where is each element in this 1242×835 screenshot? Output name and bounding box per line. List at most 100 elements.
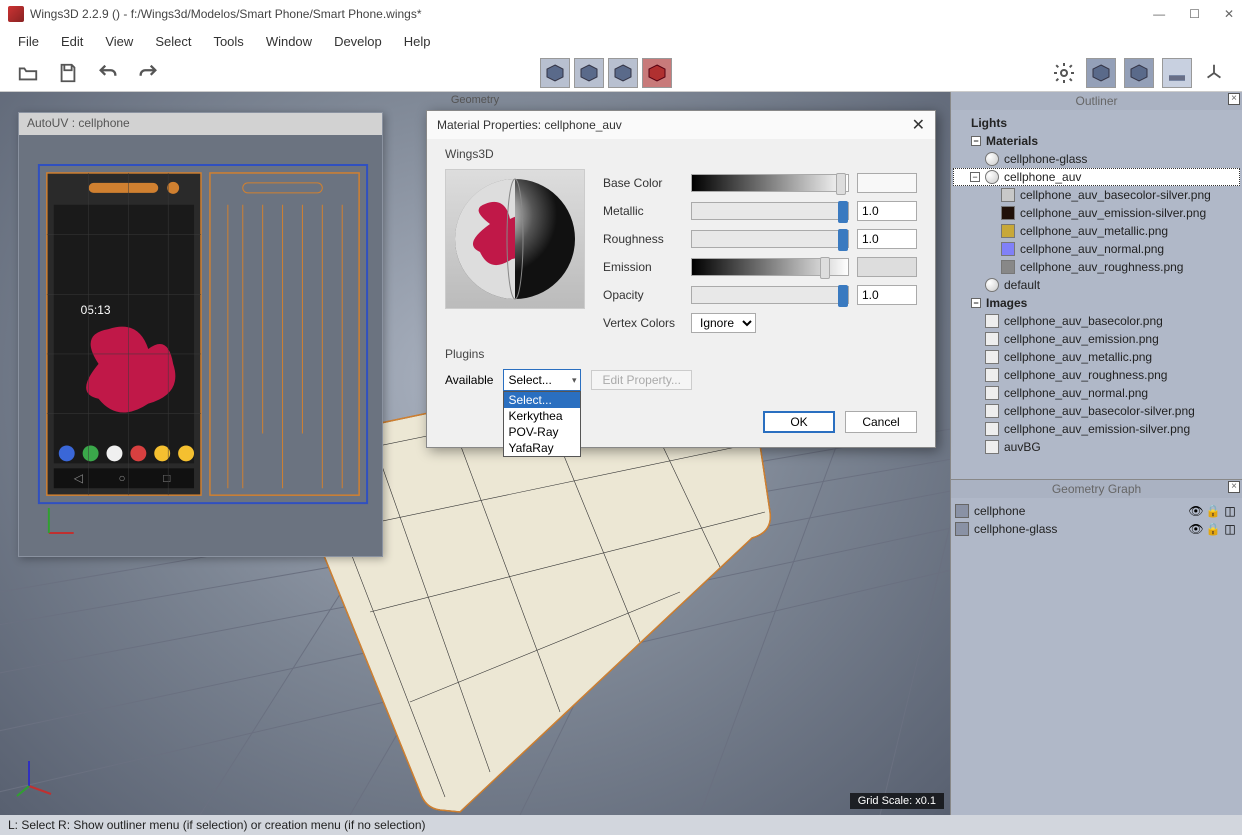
maximize-button[interactable]: ☐ xyxy=(1189,7,1200,21)
shade-smooth-button[interactable] xyxy=(1086,58,1116,88)
open-icon[interactable] xyxy=(14,59,42,87)
geograph-title: Geometry Graph xyxy=(1052,482,1141,496)
sel-body-button[interactable] xyxy=(642,58,672,88)
axes-icon[interactable] xyxy=(1200,59,1228,87)
svg-text:□: □ xyxy=(163,471,170,485)
status-text: L: Select R: Show outliner menu (if sele… xyxy=(8,818,426,832)
swatch-base-color[interactable] xyxy=(857,173,917,193)
grid-scale-badge: Grid Scale: x0.1 xyxy=(850,793,944,809)
select-vertex-colors[interactable]: Ignore xyxy=(691,313,756,333)
label-base-color: Base Color xyxy=(603,176,683,190)
app-icon xyxy=(8,6,24,22)
plugin-option[interactable]: Kerkythea xyxy=(504,408,580,424)
tree-item[interactable]: cellphone_auv_emission.png xyxy=(953,330,1240,348)
titlebar: Wings3D 2.2.9 () - f:/Wings3d/Modelos/Sm… xyxy=(0,0,1242,28)
dialog-close-icon[interactable]: ✕ xyxy=(912,115,925,135)
plugin-option[interactable]: YafaRay xyxy=(504,440,580,456)
tree-item[interactable]: cellphone_auv_metallic.png xyxy=(953,348,1240,366)
menu-tools[interactable]: Tools xyxy=(203,34,253,49)
save-icon[interactable] xyxy=(54,59,82,87)
wire-icon[interactable]: ◫ xyxy=(1222,521,1238,537)
svg-text:05:13: 05:13 xyxy=(81,303,111,317)
preferences-icon[interactable] xyxy=(1050,59,1078,87)
menubar: File Edit View Select Tools Window Devel… xyxy=(0,28,1242,54)
tree-item[interactable]: cellphone_auv_basecolor-silver.png xyxy=(953,186,1240,204)
outliner-close-icon[interactable]: × xyxy=(1228,93,1240,105)
tree-item[interactable]: cellphone_auv_basecolor-silver.png xyxy=(953,402,1240,420)
menu-select[interactable]: Select xyxy=(145,34,201,49)
tree-item[interactable]: cellphone_auv_emission-silver.png xyxy=(953,420,1240,438)
sel-face-button[interactable] xyxy=(608,58,638,88)
menu-edit[interactable]: Edit xyxy=(51,34,93,49)
plugin-dropdown-list[interactable]: Select... Kerkythea POV-Ray YafaRay xyxy=(503,391,581,457)
eye-icon[interactable]: 👁 xyxy=(1188,503,1204,519)
undo-icon[interactable] xyxy=(94,59,122,87)
tree-item[interactable]: cellphone_auv_metallic.png xyxy=(953,222,1240,240)
menu-view[interactable]: View xyxy=(95,34,143,49)
tree-images[interactable]: −Images xyxy=(953,294,1240,312)
label-opacity: Opacity xyxy=(603,288,683,302)
eye-icon[interactable]: 👁 xyxy=(1188,521,1204,537)
lock-icon[interactable]: 🔒 xyxy=(1205,521,1221,537)
ground-plane-button[interactable] xyxy=(1162,58,1192,88)
geometry-graph-panel: Geometry Graph × cellphone 👁 🔒 ◫ cellphon… xyxy=(950,480,1242,815)
tree-item[interactable]: cellphone_auv_roughness.png xyxy=(953,366,1240,384)
menu-file[interactable]: File xyxy=(8,34,49,49)
swatch-emission[interactable] xyxy=(857,257,917,277)
group-wings3d: Wings3D xyxy=(445,147,917,161)
dialog-title: Material Properties: cellphone_auv xyxy=(437,118,622,132)
cancel-button[interactable]: Cancel xyxy=(845,411,917,433)
menu-help[interactable]: Help xyxy=(394,34,441,49)
menu-window[interactable]: Window xyxy=(256,34,322,49)
label-emission: Emission xyxy=(603,260,683,274)
menu-develop[interactable]: Develop xyxy=(324,34,392,49)
plugin-option[interactable]: POV-Ray xyxy=(504,424,580,440)
tree-item[interactable]: cellphone-glass xyxy=(953,150,1240,168)
shade-flat-button[interactable] xyxy=(1124,58,1154,88)
close-button[interactable]: ✕ xyxy=(1224,7,1234,21)
group-plugins: Plugins xyxy=(445,347,917,361)
tree-item[interactable]: cellphone_auv_roughness.png xyxy=(953,258,1240,276)
lock-icon[interactable]: 🔒 xyxy=(1205,503,1221,519)
tree-item[interactable]: default xyxy=(953,276,1240,294)
view-axes-icon xyxy=(14,751,64,801)
sel-vertex-button[interactable] xyxy=(540,58,570,88)
svg-text:○: ○ xyxy=(118,471,125,485)
input-metallic[interactable] xyxy=(857,201,917,221)
sel-edge-button[interactable] xyxy=(574,58,604,88)
edit-property-button: Edit Property... xyxy=(591,370,691,390)
autouv-window[interactable]: AutoUV : cellphone 05:13 xyxy=(18,112,383,557)
slider-base-color[interactable] xyxy=(691,174,849,192)
tree-lights[interactable]: Lights xyxy=(953,114,1240,132)
label-roughness: Roughness xyxy=(603,232,683,246)
tree-materials[interactable]: −Materials xyxy=(953,132,1240,150)
tree-item-selected[interactable]: −cellphone_auv xyxy=(953,168,1240,186)
label-available: Available xyxy=(445,373,493,387)
select-plugin[interactable]: Select...▾ Select... Kerkythea POV-Ray Y… xyxy=(503,369,581,391)
svg-text:◁: ◁ xyxy=(74,471,84,485)
autouv-title: AutoUV : cellphone xyxy=(19,113,382,135)
geograph-close-icon[interactable]: × xyxy=(1228,481,1240,493)
plugin-option[interactable]: Select... xyxy=(504,392,580,408)
tree-item[interactable]: cellphone_auv_emission-silver.png xyxy=(953,204,1240,222)
label-metallic: Metallic xyxy=(603,204,683,218)
tree-item[interactable]: cellphone_auv_normal.png xyxy=(953,384,1240,402)
slider-emission[interactable] xyxy=(691,258,849,276)
slider-metallic[interactable] xyxy=(691,202,849,220)
ok-button[interactable]: OK xyxy=(763,411,835,433)
input-roughness[interactable] xyxy=(857,229,917,249)
tree-item[interactable]: auvBG xyxy=(953,438,1240,456)
geograph-row[interactable]: cellphone 👁 🔒 ◫ xyxy=(955,502,1238,520)
tree-item[interactable]: cellphone_auv_normal.png xyxy=(953,240,1240,258)
material-properties-dialog: Material Properties: cellphone_auv ✕ Win… xyxy=(426,110,936,448)
slider-roughness[interactable] xyxy=(691,230,849,248)
viewport-title: Geometry xyxy=(451,94,499,106)
redo-icon[interactable] xyxy=(134,59,162,87)
wire-icon[interactable]: ◫ xyxy=(1222,503,1238,519)
slider-opacity[interactable] xyxy=(691,286,849,304)
minimize-button[interactable]: — xyxy=(1153,7,1165,21)
input-opacity[interactable] xyxy=(857,285,917,305)
window-title: Wings3D 2.2.9 () - f:/Wings3d/Modelos/Sm… xyxy=(30,7,1153,21)
geograph-row[interactable]: cellphone-glass 👁 🔒 ◫ xyxy=(955,520,1238,538)
tree-item[interactable]: cellphone_auv_basecolor.png xyxy=(953,312,1240,330)
